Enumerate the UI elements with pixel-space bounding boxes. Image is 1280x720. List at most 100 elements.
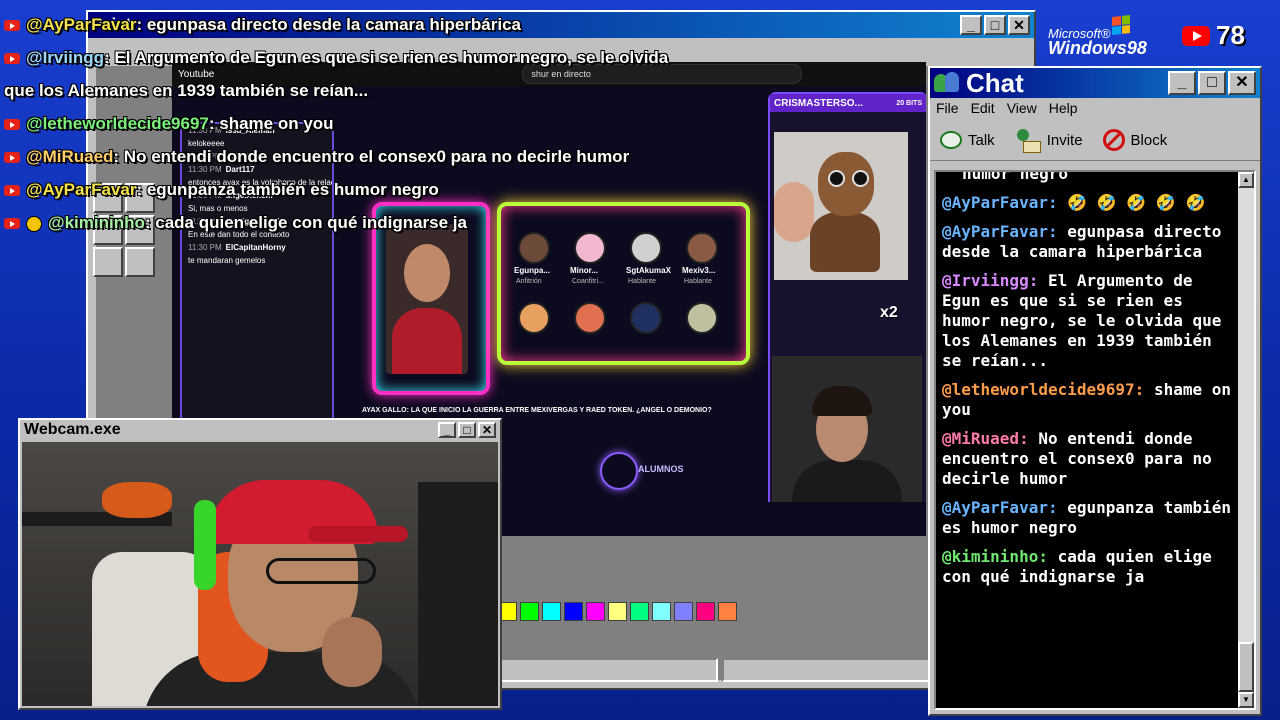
overlay-chat-line: @kimininho: cada quien elige con qué ind… [4,206,704,239]
viewer-count: 78 [1216,20,1245,50]
guest-name: Mexiv3... [682,266,716,275]
guest-name: Egunpa... [514,266,550,275]
alumnos-ring [600,452,638,490]
menu-edit[interactable]: Edit [971,100,995,118]
color-swatch[interactable] [630,602,649,621]
webcam-titlebar[interactable]: Webcam.exe _ □ ✕ [20,420,500,440]
alumnos-label: ALUMNOS [638,464,684,474]
multiplier-label: x2 [880,304,898,321]
chat-menubar: File Edit View Help [930,98,1260,120]
invite-label: Invite [1046,131,1083,149]
guest-role: Hablante [684,278,713,285]
flowers [102,482,172,518]
scroll-thumb[interactable] [1238,642,1254,692]
color-swatch[interactable] [564,602,583,621]
chat-message: @kimininho: cada quien elige con qué ind… [942,547,1232,587]
menu-file[interactable]: File [936,100,959,118]
scroll-up-button[interactable]: ▲ [1238,172,1254,188]
color-swatch[interactable] [542,602,561,621]
chat-message: @AyParFavar: egunpasa directo desde la c… [942,222,1232,262]
color-swatch[interactable] [586,602,605,621]
paint-statusbar [498,658,942,682]
status-cell [498,658,718,682]
side-chat-time: 11:30 PM [188,243,222,252]
color-swatch[interactable] [520,602,539,621]
youtube-icon [4,218,20,230]
guest-role: Coanfitri... [572,278,604,285]
overlay-chat-line: @MiRuaed: No entendi donde encuentro el … [4,140,704,173]
listener-avatar [630,302,662,334]
rounded-rect-tool[interactable] [125,247,155,277]
chat-username: @AyParFavar: [942,498,1058,517]
maximize-button[interactable]: □ [458,422,476,438]
overlay-message: : egunpanza también es humor negro [136,180,439,199]
headphones [194,500,216,590]
crisma-name: CRISMASTERSO... [774,97,863,109]
ellipse-tool[interactable] [93,247,123,277]
chat-title: Chat [966,67,1024,98]
chat-log[interactable]: humor negro @AyParFavar: 🤣 🤣 🤣 🤣 🤣 @AyPar… [934,170,1256,710]
block-button[interactable]: Block [1102,129,1167,151]
close-button[interactable]: ✕ [1008,15,1030,35]
close-button[interactable]: ✕ [478,422,496,438]
chat-message: @Irviingg: El Argumento de Egun es que s… [942,271,1232,371]
windows98-text: Windows98 [1048,38,1147,58]
youtube-icon [4,119,20,131]
minimize-button[interactable]: _ [438,422,456,438]
streamer-hand [322,617,382,687]
hand [774,182,814,242]
maximize-button[interactable]: □ [1198,71,1226,95]
youtube-icon [4,20,20,32]
chat-username: @AyParFavar: [942,193,1058,212]
chat-username: @kimininho: [942,547,1048,566]
listener-avatar [518,302,550,334]
webcam-window[interactable]: Webcam.exe _ □ ✕ [18,418,502,710]
scroll-down-button[interactable]: ▼ [1238,692,1254,708]
webcam-title: Webcam.exe [24,421,121,438]
guest-hair [812,386,872,416]
maximize-button[interactable]: □ [984,15,1006,35]
overlay-message: : cada quien elige con qué indignarse ja [144,213,467,232]
listener-avatar [686,302,718,334]
status-cell [722,658,942,682]
windows98-logo: Microsoft® Windows98 [1048,26,1147,59]
color-swatch[interactable] [696,602,715,621]
stream-caption: AYAX GALLO: LA QUE INICIO LA GUERRA ENTR… [362,407,712,414]
menu-view[interactable]: View [1007,100,1037,118]
chat-scrollbar[interactable]: ▲ ▼ [1238,172,1254,708]
side-chat-user: ElCapitanHorny [225,243,286,252]
overlay-message: : shame on you [208,114,334,133]
color-swatch[interactable] [652,602,671,621]
minimize-button[interactable]: _ [960,15,982,35]
youtube-icon [4,53,20,65]
chat-window[interactable]: Chat _ □ ✕ File Edit View Help Talk Invi… [928,66,1262,716]
talk-button[interactable]: Talk [938,129,995,151]
chat-message: @AyParFavar: 🤣 🤣 🤣 🤣 🤣 [942,193,1232,213]
color-swatch[interactable] [718,602,737,621]
close-button[interactable]: ✕ [1228,71,1256,95]
viewer-counter: 78 [1182,20,1245,51]
cap-brim [308,526,408,542]
invite-button[interactable]: Invite [1015,129,1083,153]
overlay-username: @MiRuaed [26,147,114,166]
youtube-icon [1182,25,1210,46]
talk-icon [938,129,962,151]
minimize-button[interactable]: _ [1168,71,1196,95]
menu-help[interactable]: Help [1049,100,1078,118]
overlay-username: @kimininho [48,213,145,232]
overlay-username: @letheworldecide9697 [26,114,209,133]
chat-titlebar[interactable]: Chat _ □ ✕ [930,68,1260,98]
guest-role: Hablante [628,278,657,285]
overlay-message: : No entendi donde encuentro el consex0 … [113,147,630,166]
host-video [386,224,468,374]
listener-avatar [574,302,606,334]
overlay-chat-line: @Irviingg: El Argumento de Egun es que s… [4,41,704,74]
chat-username: @Irviingg: [942,271,1039,290]
color-swatch[interactable] [608,602,627,621]
people-icon [934,72,960,94]
overlay-chat-line: @AyParFavar: egunpanza también es humor … [4,173,704,206]
color-swatch[interactable] [674,602,693,621]
host-body [392,308,462,374]
dog-video [774,132,908,280]
member-badge-icon [26,215,42,232]
